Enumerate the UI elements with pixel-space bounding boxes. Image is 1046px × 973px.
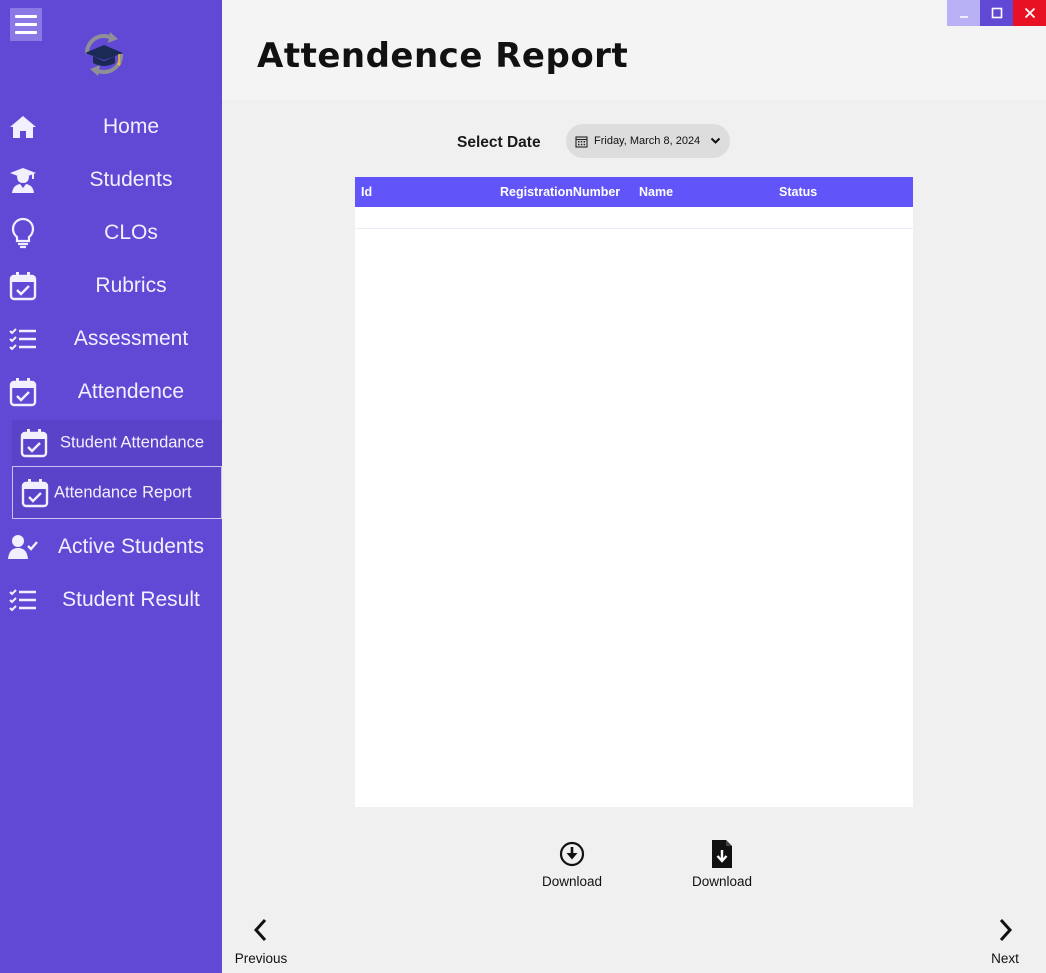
download-file-button[interactable]: Download (682, 838, 762, 889)
user-check-icon (8, 532, 38, 562)
download-label: Download (541, 874, 603, 889)
sidebar-subitem-attendance-report[interactable]: Attendance Report (12, 466, 222, 519)
next-label: Next (991, 951, 1019, 966)
date-value: Friday, March 8, 2024 (594, 135, 701, 147)
download-pdf-button[interactable]: Download (532, 838, 612, 889)
chevron-right-icon (999, 918, 1013, 942)
calendar-check-icon (8, 377, 38, 407)
sidebar-item-label: Student Result (62, 588, 200, 611)
minimize-icon (959, 16, 968, 18)
sidebar-subitem-label: Attendance Report (54, 483, 192, 501)
student-icon (8, 165, 38, 195)
grid-header: Id RegistrationNumber Name Status (355, 177, 913, 207)
column-header-registration-number[interactable]: RegistrationNumber (500, 185, 620, 199)
previous-label: Previous (234, 951, 288, 966)
sidebar-item-label: Assessment (73, 327, 189, 350)
next-button[interactable]: Next (970, 918, 1040, 966)
chevron-down-icon (710, 137, 721, 144)
sidebar-item-label: Attendence (77, 380, 185, 403)
download-label: Download (691, 874, 753, 889)
calendar-icon (575, 135, 588, 148)
sidebar-item-students[interactable]: Students (0, 158, 222, 202)
header: Attendence Report (222, 0, 1046, 100)
sidebar-item-home[interactable]: Home (0, 105, 222, 149)
sidebar-item-student-result[interactable]: Student Result (0, 578, 222, 622)
column-header-name[interactable]: Name (639, 185, 673, 199)
previous-button[interactable]: Previous (226, 918, 296, 966)
attendance-grid[interactable]: Id RegistrationNumber Name Status (355, 177, 913, 807)
hamburger-menu-icon[interactable] (10, 8, 42, 41)
page-title: Attendence Report (257, 36, 629, 76)
sidebar-item-label: Active Students (58, 535, 204, 558)
chevron-left-icon (253, 918, 267, 942)
checklist-icon (8, 585, 38, 615)
file-download-icon (712, 840, 732, 868)
calendar-check-icon (21, 478, 49, 507)
sidebar-item-clos[interactable]: CLOs (0, 211, 222, 255)
graduation-cap-logo-icon (84, 32, 124, 76)
sidebar-item-label: CLOs (104, 221, 158, 244)
close-button[interactable] (1013, 0, 1046, 26)
sidebar-item-label: Home (102, 115, 160, 138)
sidebar-item-active-students[interactable]: Active Students (0, 525, 222, 569)
sidebar-item-assessment[interactable]: Assessment (0, 317, 222, 361)
select-date-label: Select Date (457, 134, 541, 151)
checklist-icon (8, 324, 38, 354)
date-picker[interactable]: Friday, March 8, 2024 (566, 124, 730, 158)
calendar-check-icon (8, 271, 38, 301)
sidebar-subitem-label: Student Attendance (60, 433, 205, 452)
home-icon (8, 112, 38, 142)
close-icon (1024, 7, 1035, 19)
column-header-id[interactable]: Id (361, 185, 372, 199)
sidebar-item-rubrics[interactable]: Rubrics (0, 264, 222, 308)
sidebar-item-attendence[interactable]: Attendence (0, 370, 222, 414)
column-header-status[interactable]: Status (779, 185, 817, 199)
table-row-empty[interactable] (355, 207, 913, 229)
calendar-check-icon (20, 429, 48, 458)
lightbulb-icon (8, 217, 38, 249)
sidebar-item-label: Students (89, 168, 173, 191)
maximize-button[interactable] (980, 0, 1013, 26)
sidebar: Home Students CLOs Rubrics Assessment At… (0, 0, 222, 973)
minimize-button[interactable] (947, 0, 980, 26)
download-circle-icon (559, 841, 585, 867)
maximize-icon (991, 7, 1002, 19)
sidebar-subitem-student-attendance[interactable]: Student Attendance (12, 420, 222, 466)
sidebar-item-label: Rubrics (95, 274, 167, 297)
